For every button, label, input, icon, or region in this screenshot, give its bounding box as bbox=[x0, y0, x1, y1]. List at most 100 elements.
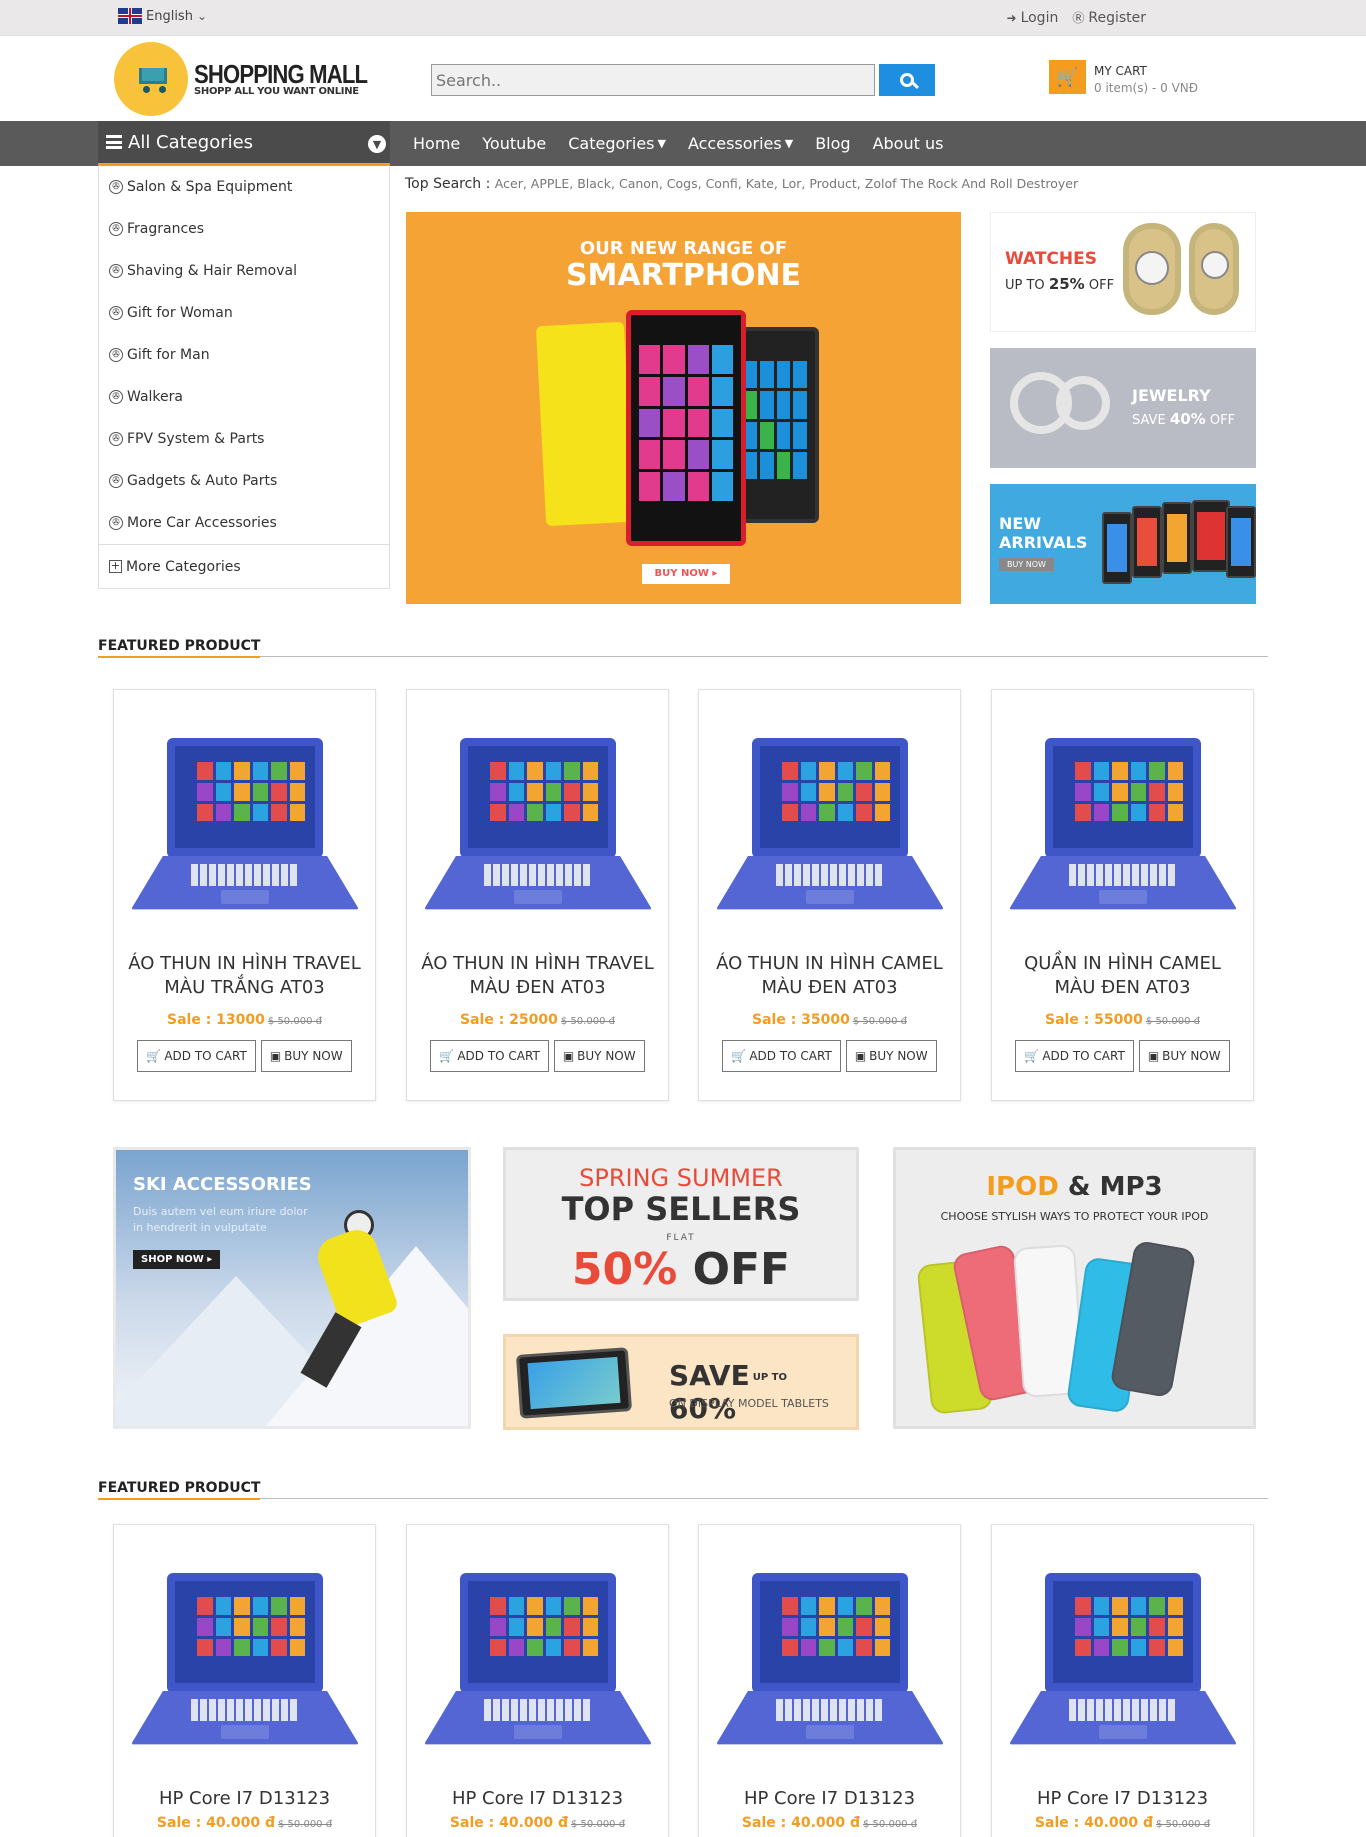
sidebar-item-gift-man[interactable]: ✇ Gift for Man bbox=[99, 334, 389, 376]
tablets-title: SAVE UP TO60% bbox=[669, 1359, 787, 1425]
product-name[interactable]: HP Core I7 D13123 bbox=[699, 1787, 960, 1811]
nav-youtube[interactable]: Youtube bbox=[471, 134, 557, 153]
cart-icon: 🛒 bbox=[731, 1049, 747, 1063]
buy-now-button[interactable]: ▣ BUY NOW bbox=[553, 1040, 645, 1072]
product-card[interactable]: ÁO THUN IN HÌNH TRAVEL MÀU ĐEN AT03 Sale … bbox=[406, 689, 669, 1101]
smartphone-banner[interactable]: OUR NEW RANGE OF SMARTPHONE BUY NOW ▸ bbox=[406, 212, 961, 604]
chevron-circle-down-icon: ▼ bbox=[368, 135, 386, 153]
sidebar-item-label: Gift for Woman bbox=[127, 305, 233, 321]
nav-blog[interactable]: Blog bbox=[804, 134, 861, 153]
product-card[interactable]: ÁO THUN IN HÌNH CAMEL MÀU ĐEN AT03 Sale :… bbox=[698, 689, 961, 1101]
cart-icon: 🛒 bbox=[1024, 1049, 1040, 1063]
section-title: FEATURED PRODUCT bbox=[98, 638, 1268, 658]
spring-line1: SPRING SUMMER bbox=[579, 1164, 783, 1192]
top-search-tags[interactable]: Acer, APPLE, Black, Canon, Cogs, Confi, … bbox=[495, 176, 1078, 191]
nav-accessories[interactable]: Accessories ▼ bbox=[677, 134, 804, 153]
logo[interactable]: SHOPPING MALL SHOPP ALL YOU WANT ONLINE bbox=[114, 42, 398, 116]
cart-title: MY CART bbox=[1094, 64, 1147, 78]
chevron-down-icon: ⌄ bbox=[196, 9, 208, 23]
search-icon bbox=[900, 73, 914, 87]
product-card[interactable]: HP Core I7 D13123 Sale : 40.000 đ $ 50.00… bbox=[406, 1524, 669, 1837]
sidebar-item-salon-spa[interactable]: ✇ Salon & Spa Equipment bbox=[99, 166, 389, 208]
spring-discount: 50% OFF bbox=[571, 1244, 791, 1295]
laptop-image bbox=[129, 738, 361, 916]
sign-in-icon: ➜ bbox=[1006, 10, 1017, 25]
add-to-cart-button[interactable]: 🛒 ADD TO CART bbox=[1015, 1040, 1134, 1072]
watch-image bbox=[1189, 223, 1239, 315]
ski-accessories-banner[interactable]: SKI ACCESSORIES Duis autem vel eum iriur… bbox=[113, 1147, 471, 1429]
language-label: English bbox=[146, 8, 193, 24]
phone-image bbox=[1226, 506, 1256, 578]
arrivals-title: NEW ARRIVALS bbox=[999, 514, 1088, 552]
new-arrivals-banner[interactable]: NEW ARRIVALS BUY NOW bbox=[990, 484, 1256, 604]
product-card[interactable]: HP Core I7 D13123 Sale : 40.000 đ $ 50.00… bbox=[113, 1524, 376, 1837]
tablet-image bbox=[515, 1347, 633, 1419]
banner-buy-now-button[interactable]: BUY NOW ▸ bbox=[642, 564, 730, 584]
search-input[interactable] bbox=[431, 64, 875, 96]
language-selector[interactable]: English ⌄ bbox=[118, 8, 207, 24]
category-icon: ✇ bbox=[109, 390, 123, 404]
category-icon: ✇ bbox=[109, 264, 123, 278]
ring-image bbox=[1056, 376, 1110, 430]
arrivals-buy-now-button[interactable]: BUY NOW bbox=[999, 558, 1054, 571]
login-label: Login bbox=[1020, 9, 1059, 26]
add-to-cart-button[interactable]: 🛒 ADD TO CART bbox=[430, 1040, 549, 1072]
menu-icon bbox=[106, 135, 122, 149]
product-name[interactable]: ÁO THUN IN HÌNH TRAVEL MÀU TRẮNG AT03 bbox=[114, 952, 375, 1000]
product-card[interactable]: HP Core I7 D13123 Sale : 40.000 đ $ 50.00… bbox=[698, 1524, 961, 1837]
product-name[interactable]: HP Core I7 D13123 bbox=[407, 1787, 668, 1811]
product-name[interactable]: ÁO THUN IN HÌNH CAMEL MÀU ĐEN AT03 bbox=[699, 952, 960, 1000]
ipod-mp3-banner[interactable]: IPOD & MP3 CHOOSE STYLISH WAYS TO PROTEC… bbox=[893, 1147, 1256, 1429]
login-link[interactable]: ➜ Login bbox=[1007, 9, 1059, 26]
spring-line2: TOP SELLERS bbox=[561, 1190, 801, 1228]
product-name[interactable]: HP Core I7 D13123 bbox=[992, 1787, 1253, 1811]
sidebar-item-label: Gift for Man bbox=[127, 347, 210, 363]
more-categories-link[interactable]: + More Categories bbox=[99, 544, 389, 588]
sidebar-item-shaving[interactable]: ✇ Shaving & Hair Removal bbox=[99, 250, 389, 292]
uk-flag-icon bbox=[118, 8, 142, 24]
watches-banner[interactable]: WATCHES UP TO 25% OFF bbox=[990, 212, 1256, 332]
chevron-down-icon: ▼ bbox=[784, 137, 794, 150]
all-categories-toggle[interactable]: All Categories ▼ bbox=[98, 121, 390, 166]
buy-now-button[interactable]: ▣ BUY NOW bbox=[1138, 1040, 1230, 1072]
nav-about-us[interactable]: About us bbox=[862, 134, 955, 153]
nav-home[interactable]: Home bbox=[402, 134, 471, 153]
all-categories-label: All Categories bbox=[128, 131, 254, 153]
nav-categories[interactable]: Categories ▼ bbox=[557, 134, 677, 153]
sidebar-item-gift-woman[interactable]: ✇ Gift for Woman bbox=[99, 292, 389, 334]
jewelry-offer: SAVE 40% OFF bbox=[1132, 410, 1236, 428]
ski-text: Duis autem vel eum iriure dolor in hendr… bbox=[133, 1205, 308, 1234]
sidebar-item-fpv[interactable]: ✇ FPV System & Parts bbox=[99, 418, 389, 460]
product-card[interactable]: ÁO THUN IN HÌNH TRAVEL MÀU TRẮNG AT03 Sal… bbox=[113, 689, 376, 1101]
watches-offer: UP TO 25% OFF bbox=[1005, 275, 1115, 293]
add-to-cart-button[interactable]: 🛒 ADD TO CART bbox=[137, 1040, 256, 1072]
add-to-cart-button[interactable]: 🛒 ADD TO CART bbox=[722, 1040, 841, 1072]
sidebar-item-gadgets[interactable]: ✇ Gadgets & Auto Parts bbox=[99, 460, 389, 502]
laptop-image bbox=[714, 738, 946, 916]
register-link[interactable]: Ⓡ Register bbox=[1072, 9, 1146, 26]
product-name[interactable]: ÁO THUN IN HÌNH TRAVEL MÀU ĐEN AT03 bbox=[407, 952, 668, 1000]
ski-title: SKI ACCESSORIES bbox=[133, 1174, 312, 1195]
category-sidebar: ✇ Salon & Spa Equipment ✇ Fragrances ✇ Shav… bbox=[98, 166, 390, 589]
category-icon: ✇ bbox=[109, 432, 123, 446]
jewelry-banner[interactable]: JEWELRY SAVE 40% OFF bbox=[990, 348, 1256, 468]
cart-logo-icon bbox=[114, 42, 188, 116]
buy-now-button[interactable]: ▣ BUY NOW bbox=[845, 1040, 937, 1072]
product-name[interactable]: HP Core I7 D13123 bbox=[114, 1787, 375, 1811]
sidebar-item-fragrances[interactable]: ✇ Fragrances bbox=[99, 208, 389, 250]
search-button[interactable] bbox=[879, 64, 935, 96]
sidebar-item-car-accessories[interactable]: ✇ More Car Accessories bbox=[99, 502, 389, 544]
sidebar-item-label: Shaving & Hair Removal bbox=[127, 263, 297, 279]
sidebar-item-label: Fragrances bbox=[127, 221, 205, 237]
product-card[interactable]: QUẦN IN HÌNH CAMEL MÀU ĐEN AT03 Sale : 55… bbox=[991, 689, 1254, 1101]
header: SHOPPING MALL SHOPP ALL YOU WANT ONLINE … bbox=[0, 36, 1366, 121]
product-name[interactable]: QUẦN IN HÌNH CAMEL MÀU ĐEN AT03 bbox=[992, 952, 1253, 1000]
product-card[interactable]: HP Core I7 D13123 Sale : 40.000 đ $ 50.00… bbox=[991, 1524, 1254, 1837]
product-price: Sale : 40.000 đ $ 50.000 đ bbox=[449, 1815, 626, 1831]
sidebar-item-walkera[interactable]: ✇ Walkera bbox=[99, 376, 389, 418]
shop-now-button[interactable]: SHOP NOW ▸ bbox=[133, 1250, 221, 1269]
mini-cart[interactable]: 🛒 MY CART 0 item(s) - 0 VNĐ bbox=[1049, 60, 1198, 95]
spring-summer-banner[interactable]: SPRING SUMMER TOP SELLERS FLAT 50% OFF bbox=[503, 1147, 859, 1301]
buy-now-button[interactable]: ▣ BUY NOW bbox=[260, 1040, 352, 1072]
tablets-banner[interactable]: SAVE UP TO60% ON DISPLAY MODEL TABLETS bbox=[503, 1334, 859, 1430]
